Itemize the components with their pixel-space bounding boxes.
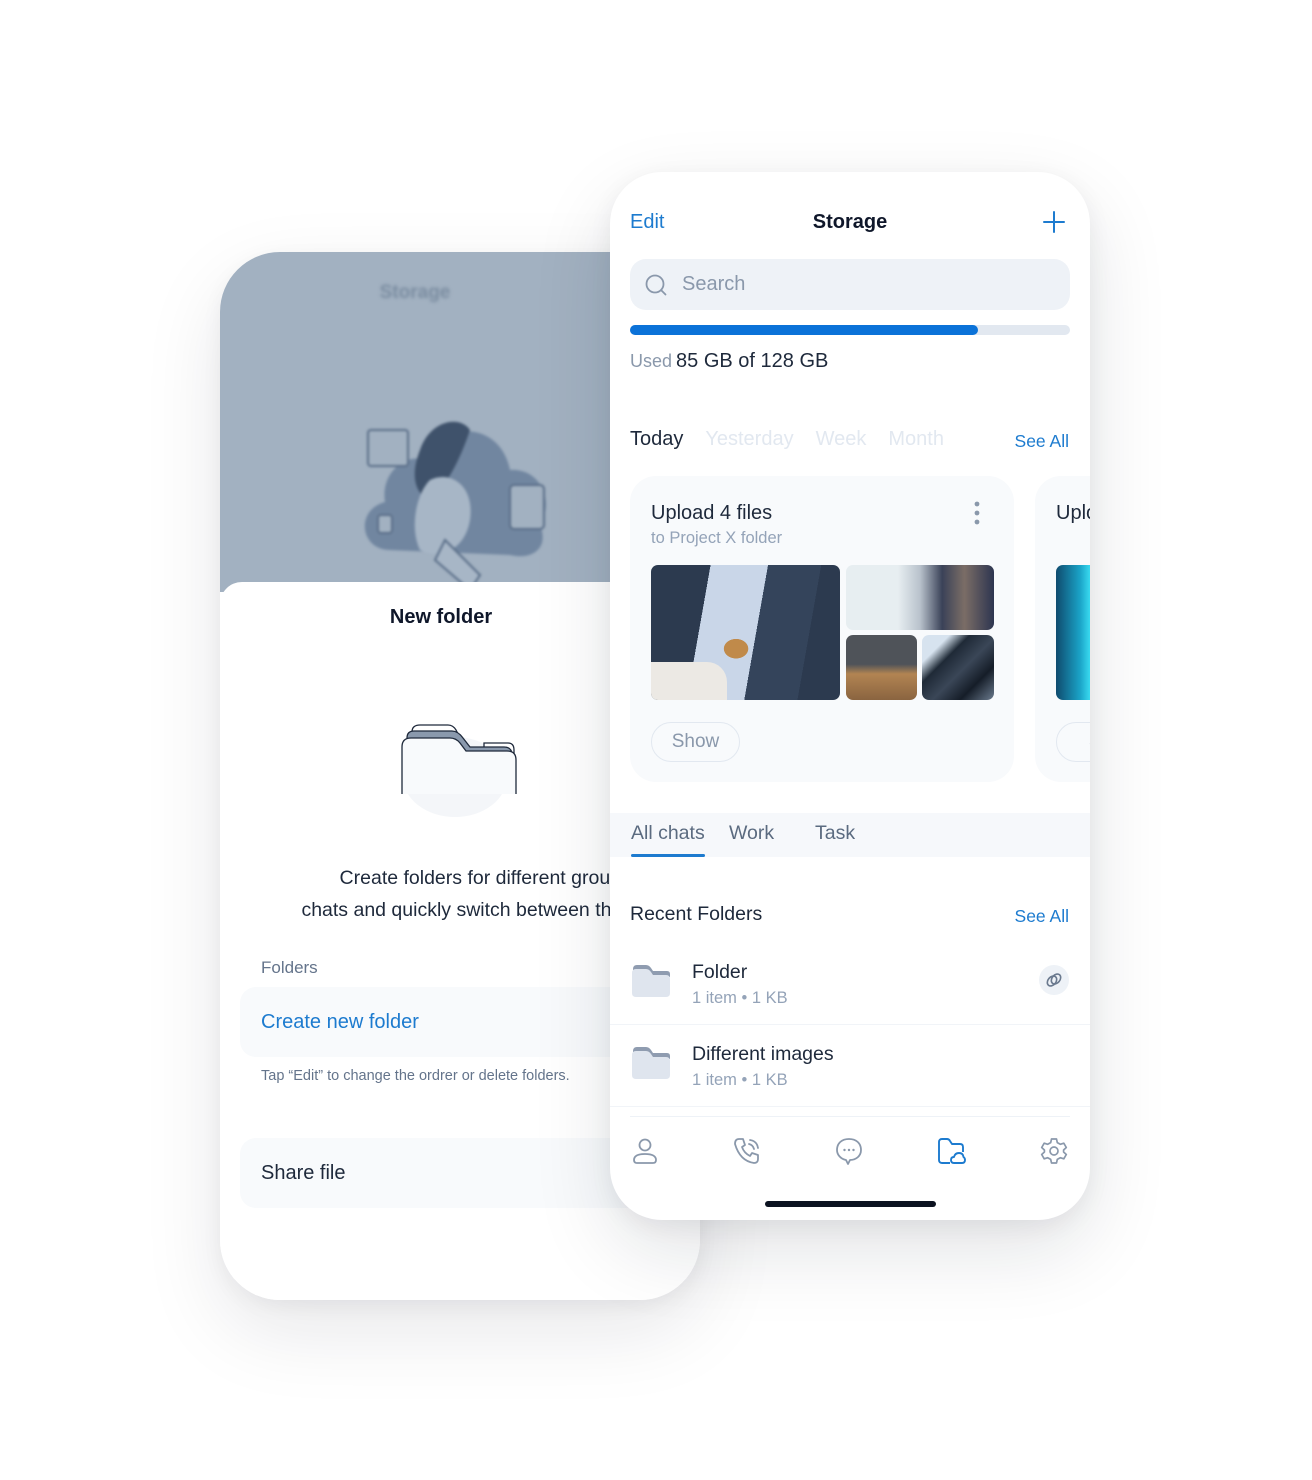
share-file-button[interactable]: Share file — [240, 1138, 660, 1208]
create-new-folder-button[interactable]: Create new folder — [240, 987, 660, 1057]
page-title: Storage — [812, 211, 888, 233]
tabbar-divider — [630, 1116, 1070, 1117]
folders-section-label: Folders — [261, 958, 318, 977]
upload-card[interactable]: Uplo Sh — [1035, 476, 1090, 782]
colleagues-laptop-photo[interactable] — [846, 565, 994, 630]
folder-icon — [632, 965, 670, 997]
used-value: 85 GB of 128 GB — [676, 350, 829, 372]
folder-illustration-icon — [401, 724, 517, 817]
sheet-title: New folder — [389, 606, 493, 628]
used-label: Used — [630, 351, 673, 371]
bottom-tab-bar — [610, 1130, 1090, 1174]
phone-icon[interactable] — [732, 1136, 762, 1166]
upload-card-title: Uplo — [1056, 502, 1090, 524]
storage-screen: Edit Storage Used85 GB of 128 GB Today Y… — [610, 172, 1090, 1220]
storage-usage-text: Used 85 GB of 128 GB — [630, 350, 828, 373]
folder-list-item[interactable]: Folder 1 item • 1 KB — [610, 943, 1090, 1025]
period-tab-today[interactable]: Today — [630, 428, 683, 451]
folders-see-all-link[interactable]: See All — [1015, 906, 1069, 927]
settings-icon[interactable] — [1039, 1136, 1069, 1166]
profile-icon[interactable] — [630, 1136, 660, 1166]
tab-task[interactable]: Task — [815, 822, 855, 845]
folder-meta: 1 item • 1 KB — [692, 1071, 788, 1089]
upload-card[interactable]: Upload 4 files to Project X folder Show — [630, 476, 1014, 782]
recent-folders-title: Recent Folders — [630, 903, 763, 925]
tab-all-chats[interactable]: All chats — [631, 822, 705, 857]
uploads-see-all-link[interactable]: See All — [1015, 431, 1069, 452]
storage-usage-bar — [630, 325, 1070, 335]
folder-icon — [632, 1047, 670, 1079]
folder-list-item[interactable]: Different images 1 item • 1 KB — [610, 1025, 1090, 1107]
edit-hint-text: Tap “Edit” to change the ordrer or delet… — [261, 1068, 570, 1084]
office-meeting-photo[interactable] — [846, 635, 917, 700]
chat-filter-tabs: All chats Work Task — [610, 813, 1090, 857]
home-indicator[interactable] — [765, 1201, 936, 1207]
period-tab-month[interactable]: Month — [888, 428, 944, 451]
search-bar[interactable] — [630, 259, 1070, 310]
plus-icon[interactable] — [1042, 210, 1066, 234]
digital-data-photo[interactable] — [1056, 565, 1090, 700]
businessman-watch-photo[interactable] — [651, 565, 840, 700]
period-tab-yesterday[interactable]: Yesterday — [705, 428, 793, 451]
period-tabs: Today Yesterday Week Month — [630, 428, 944, 451]
folder-meta: 1 item • 1 KB — [692, 989, 788, 1007]
show-button[interactable]: Show — [651, 722, 740, 762]
shared-link-button[interactable] — [1039, 965, 1069, 995]
show-button[interactable]: Sh — [1056, 722, 1090, 762]
storage-usage-fill — [630, 325, 978, 335]
cloud-storage-illustration — [364, 421, 546, 592]
cloud-folder-icon[interactable] — [936, 1136, 966, 1166]
tab-work[interactable]: Work — [729, 822, 774, 845]
link-icon — [1046, 973, 1062, 987]
background-title: Storage — [379, 282, 451, 303]
search-icon — [645, 274, 667, 295]
chat-icon[interactable] — [834, 1136, 864, 1166]
upload-card-title: Upload 4 files — [651, 502, 773, 524]
more-vertical-icon[interactable] — [970, 500, 984, 526]
skyscrapers-photo[interactable] — [922, 635, 994, 700]
period-tab-week[interactable]: Week — [816, 428, 867, 451]
search-input[interactable] — [682, 273, 1042, 296]
folder-name: Different images — [692, 1043, 834, 1065]
folder-name: Folder — [692, 961, 748, 983]
upload-card-subtitle: to Project X folder — [651, 529, 783, 547]
